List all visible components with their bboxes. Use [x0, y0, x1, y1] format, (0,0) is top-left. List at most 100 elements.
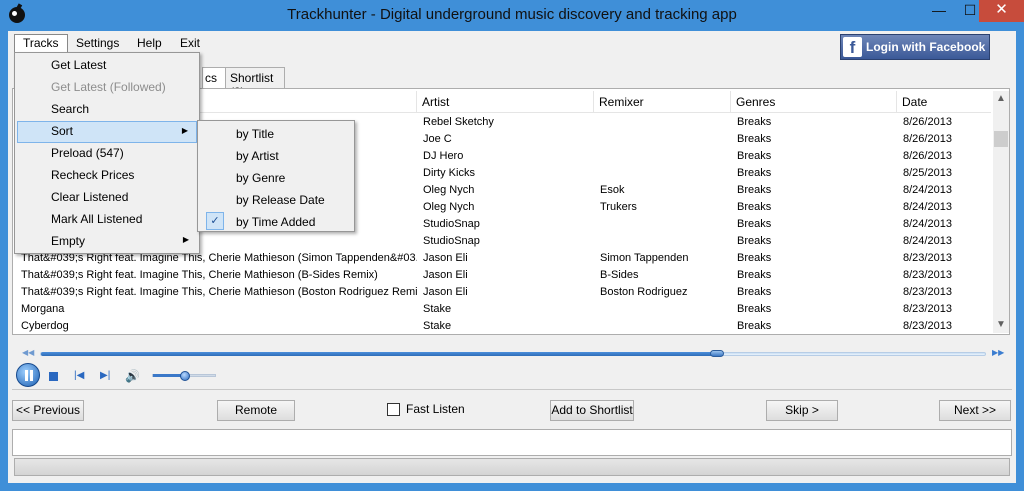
menu-item-label: Mark All Listened [51, 212, 143, 226]
remixer-cell: Trukers [600, 201, 637, 213]
scroll-thumb[interactable] [994, 131, 1008, 147]
volume-handle[interactable] [180, 371, 190, 381]
artist-cell: Oleg Nych [423, 184, 475, 196]
artist-cell: Stake [423, 320, 452, 332]
column-date-header[interactable]: Date [897, 91, 991, 113]
artist-cell: Oleg Nych [423, 201, 475, 213]
menu-item-label: Recheck Prices [51, 168, 135, 182]
artist-cell: Jason Eli [423, 252, 468, 264]
date-cell: 8/24/2013 [903, 184, 952, 196]
date-cell: 8/25/2013 [903, 167, 952, 179]
sort-menu-item[interactable]: by Title [200, 123, 352, 145]
genre-cell: Breaks [737, 218, 772, 230]
tracks-menu-item[interactable]: Empty ▶ [17, 231, 197, 253]
track-info-box [12, 429, 1012, 456]
close-button[interactable]: ✕ [979, 0, 1024, 22]
artist-cell: Joe C [423, 133, 452, 145]
title-bar[interactable]: Trackhunter - Digital underground music … [0, 0, 1024, 30]
column-artist-header[interactable]: Artist [417, 91, 594, 113]
track-title-cell: That&#039;s Right feat. Imagine This, Ch… [21, 286, 417, 298]
previous-track-icon[interactable]: |◀ [74, 370, 84, 381]
menu-item-label: Sort [51, 124, 74, 138]
artist-cell: StudioSnap [423, 235, 480, 247]
sort-menu-item[interactable]: by Artist [200, 145, 352, 167]
tracks-menu-item[interactable]: Search [17, 99, 197, 121]
seek-back-icon[interactable]: ◀◀ [22, 348, 34, 357]
fast-listen-checkbox[interactable] [387, 403, 400, 416]
next-track-icon[interactable]: ▶| [100, 370, 110, 381]
track-title-cell: Morgana [21, 303, 65, 315]
seek-slider[interactable] [40, 350, 986, 357]
fast-listen-label[interactable]: Fast Listen [406, 402, 465, 416]
date-cell: 8/26/2013 [903, 133, 952, 145]
tracks-menu-item[interactable]: Preload (547) [17, 143, 197, 165]
menu-item-label: by Artist [236, 149, 279, 163]
seek-handle[interactable] [710, 350, 725, 357]
sort-menu-item[interactable]: by Release Date [200, 189, 352, 211]
track-title-cell: That&#039;s Right feat. Imagine This, Ch… [21, 269, 378, 281]
genre-cell: Breaks [737, 201, 772, 213]
menu-exit[interactable]: Exit [174, 34, 206, 53]
table-row[interactable]: Morgana Stake Breaks 8/23/2013 [15, 301, 991, 318]
seek-progress [41, 352, 718, 356]
tracks-menu-item[interactable]: Mark All Listened [17, 209, 197, 231]
window-title: Trackhunter - Digital underground music … [287, 6, 737, 23]
facebook-button-label: Login with Facebook [866, 40, 986, 54]
skip-button[interactable]: Skip > [766, 400, 838, 421]
previous-button[interactable]: << Previous [12, 400, 84, 421]
menu-item-label: by Genre [236, 171, 286, 185]
genre-cell: Breaks [737, 252, 772, 264]
seek-forward-icon[interactable]: ▶▶ [992, 348, 1004, 357]
date-cell: 8/24/2013 [903, 235, 952, 247]
tracks-menu-item[interactable]: Clear Listened [17, 187, 197, 209]
tracks-menu-item[interactable]: Get Latest (Followed) [17, 77, 197, 99]
genre-cell: Breaks [737, 235, 772, 247]
track-title-cell: Cyberdog [21, 320, 69, 332]
remixer-cell: Simon Tappenden [600, 252, 689, 264]
next-button[interactable]: Next >> [939, 400, 1011, 421]
date-cell: 8/26/2013 [903, 150, 952, 162]
remote-button[interactable]: Remote [217, 400, 295, 421]
date-cell: 8/23/2013 [903, 252, 952, 264]
add-to-shortlist-button[interactable]: Add to Shortlist [550, 400, 634, 421]
menu-bar: Tracks Settings Help Exit [8, 31, 308, 53]
menu-item-label: Get Latest [51, 58, 107, 72]
tab-shortlist[interactable]: Shortlist (3) [225, 67, 285, 99]
menu-item-label: Search [51, 102, 90, 116]
date-cell: 8/24/2013 [903, 201, 952, 213]
tracks-menu-item[interactable]: Sort ▶ [17, 121, 197, 143]
scroll-up-arrow-icon[interactable]: ▲ [993, 91, 1009, 107]
tracks-menu-item[interactable]: Get Latest [17, 55, 197, 77]
menu-help[interactable]: Help [131, 34, 168, 53]
stop-icon[interactable] [49, 372, 58, 381]
submenu-arrow-icon: ▶ [182, 235, 189, 244]
sort-menu-item[interactable]: ✓ by Time Added [200, 211, 352, 233]
sort-menu-item[interactable]: by Genre [200, 167, 352, 189]
minimize-button[interactable]: — [924, 0, 954, 22]
table-row[interactable]: That&#039;s Right feat. Imagine This, Ch… [15, 267, 991, 284]
column-remixer-header[interactable]: Remixer [594, 91, 731, 113]
menu-tracks[interactable]: Tracks [14, 34, 68, 53]
table-scrollbar[interactable]: ▲ ▼ [993, 91, 1009, 333]
divider [12, 389, 1012, 390]
login-with-facebook-button[interactable]: f Login with Facebook [840, 34, 990, 60]
artist-cell: Stake [423, 303, 452, 315]
scroll-down-arrow-icon[interactable]: ▼ [993, 317, 1009, 333]
submenu-arrow-icon: ▶ [181, 126, 188, 135]
media-player: ◀◀ ▶▶ |◀ ▶| 🔊 [12, 345, 1012, 389]
column-genres-header[interactable]: Genres [731, 91, 897, 113]
tab-tracks[interactable]: cs [202, 67, 226, 88]
table-row[interactable]: Cyberdog Stake Breaks 8/23/2013 [15, 318, 991, 333]
remixer-cell: Boston Rodriguez [600, 286, 688, 298]
menu-settings[interactable]: Settings [70, 34, 125, 53]
artist-cell: Jason Eli [423, 269, 468, 281]
date-cell: 8/23/2013 [903, 320, 952, 332]
tracks-menu-item[interactable]: Recheck Prices [17, 165, 197, 187]
date-cell: 8/24/2013 [903, 218, 952, 230]
volume-slider[interactable] [152, 371, 216, 381]
checkmark-icon: ✓ [206, 212, 224, 230]
table-row[interactable]: That&#039;s Right feat. Imagine This, Ch… [15, 284, 991, 301]
genre-cell: Breaks [737, 303, 772, 315]
volume-icon[interactable]: 🔊 [125, 369, 140, 383]
pause-button[interactable] [16, 363, 40, 387]
